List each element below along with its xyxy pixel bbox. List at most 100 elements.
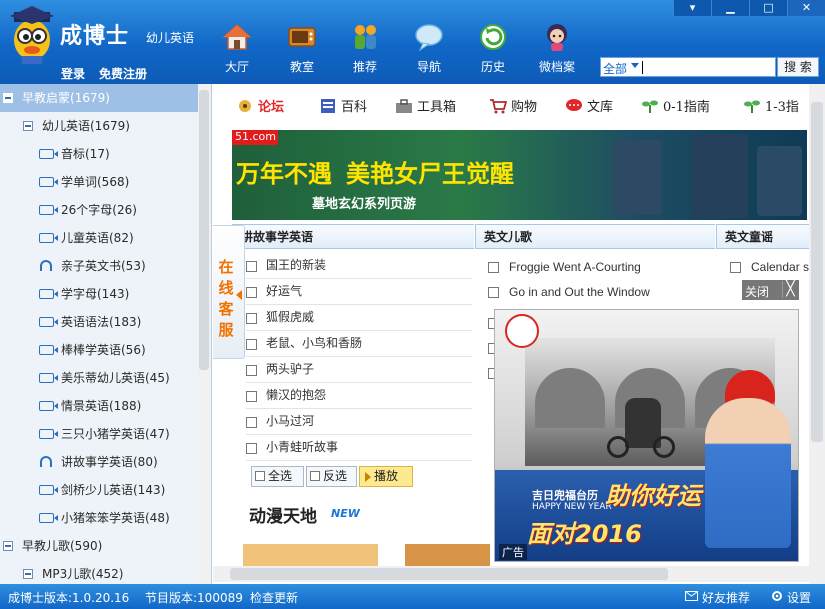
online-service-tab[interactable]: 在线客服	[213, 225, 245, 359]
video-icon	[39, 485, 58, 495]
maximize-button[interactable]: □	[749, 0, 787, 16]
sidebar-item[interactable]: 音标(17)	[0, 140, 198, 168]
new-badge: NEW	[331, 507, 360, 520]
close-icon[interactable]: ╳	[782, 281, 798, 298]
story-title[interactable]: 小青蛙听故事	[266, 434, 338, 460]
topnav-encyclopedia[interactable]: 百科	[319, 96, 367, 116]
checkbox[interactable]	[246, 443, 257, 454]
topnav-library[interactable]: 文库	[565, 96, 613, 116]
story-item[interactable]: 老鼠、小鸟和香肠	[246, 330, 476, 356]
sidebar-item[interactable]: 幼儿英语(1679)	[0, 112, 198, 140]
banner-source-tag: 51.com	[232, 130, 278, 145]
checkbox[interactable]	[246, 391, 257, 402]
topnav-forum[interactable]: 论坛	[236, 96, 284, 116]
topnav-shopping[interactable]: 购物	[489, 96, 537, 116]
check-update-link[interactable]: 检查更新	[250, 589, 298, 606]
settings-link[interactable]: 设置	[787, 589, 811, 606]
main-vertical-scroll-thumb[interactable]	[811, 102, 823, 442]
story-title[interactable]: 懒汉的抱怨	[266, 382, 326, 408]
login-link[interactable]: 登录	[61, 65, 85, 82]
nav-navigation[interactable]: 导航	[404, 22, 454, 75]
close-window-button[interactable]: ✕	[787, 0, 825, 16]
sidebar-item[interactable]: 棒棒学英语(56)	[0, 336, 198, 364]
song-item[interactable]: Go in and Out the Window	[488, 280, 708, 304]
sidebar-item[interactable]: 早教儿歌(590)	[0, 532, 198, 560]
sidebar-item[interactable]: 讲故事学英语(80)	[0, 448, 198, 476]
nav-recommend[interactable]: 推荐	[340, 22, 390, 75]
checkbox-icon	[310, 471, 320, 481]
chevron-down-icon[interactable]	[631, 63, 639, 68]
search-scope-select[interactable]: 全部	[603, 60, 627, 77]
sidebar-item[interactable]: 学单词(568)	[0, 168, 198, 196]
recommend-friend-link[interactable]: 好友推荐	[702, 589, 750, 606]
ad-close-label[interactable]: 关闭	[745, 283, 769, 300]
nav-classroom[interactable]: 教室	[277, 22, 327, 75]
topnav-toolbox[interactable]: 工具箱	[395, 96, 456, 116]
register-link[interactable]: 免费注册	[99, 65, 147, 82]
sidebar-item[interactable]: 情景英语(188)	[0, 392, 198, 420]
story-item[interactable]: 小青蛙听故事	[246, 434, 476, 460]
sidebar-item[interactable]: 三只小猪学英语(47)	[0, 420, 198, 448]
sidebar-item[interactable]: 英语语法(183)	[0, 308, 198, 336]
story-title[interactable]: 两头驴子	[266, 356, 314, 382]
search-box[interactable]: 全部	[600, 57, 776, 77]
topnav-guide-1-3[interactable]: 1-3指	[743, 96, 799, 116]
search-input[interactable]	[642, 61, 643, 74]
song-item[interactable]: Froggie Went A-Courting	[488, 255, 708, 279]
story-title[interactable]: 狐假虎威	[266, 304, 314, 330]
invert-selection-button[interactable]: 反选	[306, 466, 357, 487]
sidebar-item[interactable]: 亲子英文书(53)	[0, 252, 198, 280]
story-item[interactable]: 国王的新装	[246, 252, 476, 278]
story-title[interactable]: 小马过河	[266, 408, 314, 434]
story-title[interactable]: 老鼠、小鸟和香肠	[266, 330, 362, 356]
checkbox[interactable]	[246, 261, 257, 272]
collapse-icon[interactable]	[23, 569, 33, 579]
story-item[interactable]: 小马过河	[246, 408, 476, 434]
sidebar-item[interactable]: MP3儿歌(452)	[0, 560, 198, 584]
client-version: 成博士版本:1.0.20.16	[8, 591, 130, 605]
nav-hall[interactable]: 大厅	[212, 22, 262, 75]
search-button[interactable]: 搜 索	[777, 57, 819, 77]
sidebar-scroll-thumb[interactable]	[199, 90, 209, 370]
nav-profile[interactable]: 微档案	[532, 22, 582, 75]
collapse-icon[interactable]	[3, 541, 13, 551]
sidebar-item-label: 亲子英文书(53)	[61, 259, 146, 273]
topnav-guide-0-1[interactable]: 0-1指南	[641, 96, 710, 116]
checkbox[interactable]	[730, 262, 741, 273]
minimize-button[interactable]: ▁	[711, 0, 749, 16]
gear-icon	[772, 591, 782, 601]
checkbox[interactable]	[246, 365, 257, 376]
select-all-button[interactable]: 全选	[251, 466, 304, 487]
story-title[interactable]: 国王的新装	[266, 252, 326, 278]
sidebar-item[interactable]: 学字母(143)	[0, 280, 198, 308]
story-title[interactable]: 好运气	[266, 278, 302, 304]
game-ad-banner[interactable]: 51.com 万年不遇 美艳女尸王觉醒 墓地玄幻系列页游	[232, 130, 807, 220]
anime-thumbnail[interactable]	[405, 544, 490, 566]
sidebar-item[interactable]: 小猪笨笨学英语(48)	[0, 504, 198, 532]
menu-dropdown-button[interactable]: ▾	[673, 0, 711, 16]
checkbox[interactable]	[246, 417, 257, 428]
story-item[interactable]: 懒汉的抱怨	[246, 382, 476, 408]
sidebar-item[interactable]: 剑桥少儿英语(143)	[0, 476, 198, 504]
checkbox[interactable]	[246, 287, 257, 298]
story-item[interactable]: 狐假虎威	[246, 304, 476, 330]
sidebar-item[interactable]: 早教启蒙(1679)	[0, 84, 198, 112]
play-button[interactable]: 播放	[359, 466, 413, 487]
checkbox[interactable]	[246, 339, 257, 350]
nav-history[interactable]: 历史	[468, 22, 518, 75]
checkbox[interactable]	[488, 262, 499, 273]
anime-thumbnail[interactable]	[243, 544, 378, 566]
collapse-icon[interactable]	[3, 93, 13, 103]
collapse-icon[interactable]	[23, 121, 33, 131]
popup-ad[interactable]: 吉日兜福台历 HAPPY NEW YEAR 助你好运 面对2016 广告	[494, 309, 799, 562]
story-item[interactable]: 好运气	[246, 278, 476, 304]
rhyme-item[interactable]: Calendar s	[730, 255, 810, 279]
checkbox[interactable]	[488, 287, 499, 298]
sidebar-item[interactable]: 26个字母(26)	[0, 196, 198, 224]
main-horizontal-scroll-thumb[interactable]	[230, 568, 668, 580]
sidebar-item[interactable]: 儿童英语(82)	[0, 224, 198, 252]
sidebar-item[interactable]: 美乐蒂幼儿英语(45)	[0, 364, 198, 392]
checkbox[interactable]	[246, 313, 257, 324]
ad-close-bar[interactable]: 关闭 ╳	[742, 280, 799, 300]
story-item[interactable]: 两头驴子	[246, 356, 476, 382]
